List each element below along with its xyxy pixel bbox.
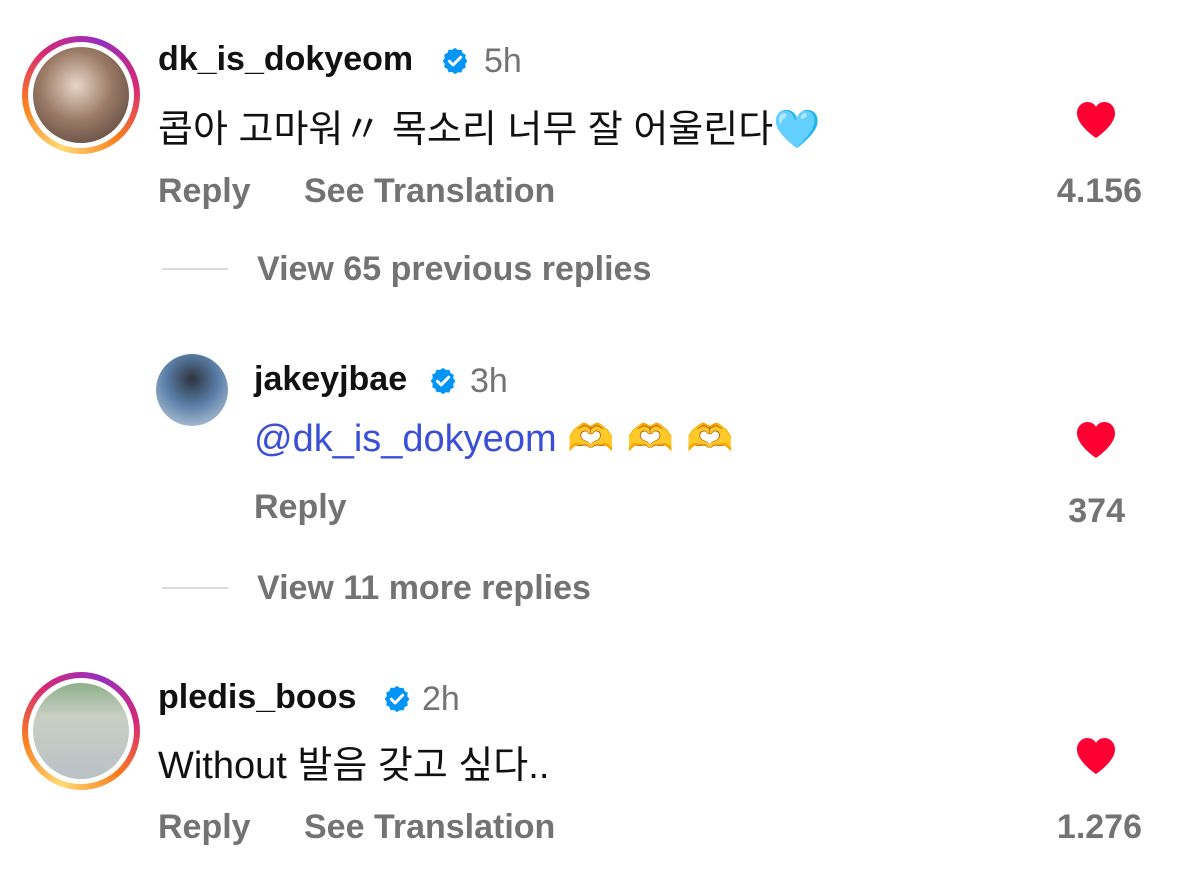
timestamp: 2h: [422, 680, 460, 718]
like-count: 374: [1068, 492, 1125, 530]
heart-icon[interactable]: [1072, 96, 1120, 140]
verified-badge-icon: [430, 367, 456, 395]
avatar[interactable]: [33, 683, 129, 779]
comment-text: 콥아 고마워〃 목소리 너무 잘 어울린다🩵: [158, 98, 821, 153]
story-ring[interactable]: [22, 672, 140, 790]
comment-pledis-boos: pledis_boos 2h Without 발음 갖고 싶다.. Reply …: [0, 660, 1179, 876]
see-translation-button[interactable]: See Translation: [304, 808, 555, 847]
reply-text: @dk_is_dokyeom 🫶 🫶 🫶: [254, 416, 733, 461]
like-count: 1.276: [1056, 808, 1142, 846]
like-count: 4.156: [1056, 172, 1142, 210]
reply-button[interactable]: Reply: [158, 172, 251, 211]
username[interactable]: dk_is_dokyeom: [158, 40, 413, 79]
emoji: 🫶 🫶 🫶: [567, 416, 734, 460]
thread-line: [162, 268, 228, 270]
avatar[interactable]: [156, 354, 228, 426]
heart-icon[interactable]: [1072, 416, 1120, 460]
timestamp: 5h: [484, 42, 522, 80]
mention-link[interactable]: @dk_is_dokyeom: [254, 418, 557, 460]
story-ring[interactable]: [22, 36, 140, 154]
comment-body: 콥아 고마워〃 목소리 너무 잘 어울린다: [158, 109, 774, 151]
reply-button[interactable]: Reply: [158, 808, 251, 847]
emoji: 🩵: [773, 107, 821, 151]
reply-button[interactable]: Reply: [254, 488, 347, 527]
verified-badge-icon: [384, 685, 410, 713]
verified-badge-icon: [442, 47, 468, 75]
username[interactable]: jakeyjbae: [254, 360, 407, 399]
thread-line: [162, 587, 228, 589]
comment-text: Without 발음 갖고 싶다..: [158, 745, 550, 787]
see-translation-button[interactable]: See Translation: [304, 172, 555, 211]
avatar[interactable]: [33, 47, 129, 143]
username[interactable]: pledis_boos: [158, 678, 356, 717]
view-previous-replies-button[interactable]: View 65 previous replies: [257, 250, 651, 289]
view-more-replies-button[interactable]: View 11 more replies: [257, 569, 591, 608]
heart-icon[interactable]: [1072, 732, 1120, 776]
comment-dk-is-dokyeom: dk_is_dokyeom 5h 콥아 고마워〃 목소리 너무 잘 어울린다🩵 …: [0, 0, 1179, 230]
timestamp: 3h: [470, 362, 508, 400]
reply-jakeyjbae: jakeyjbae 3h @dk_is_dokyeom 🫶 🫶 🫶 Reply …: [0, 340, 1179, 540]
